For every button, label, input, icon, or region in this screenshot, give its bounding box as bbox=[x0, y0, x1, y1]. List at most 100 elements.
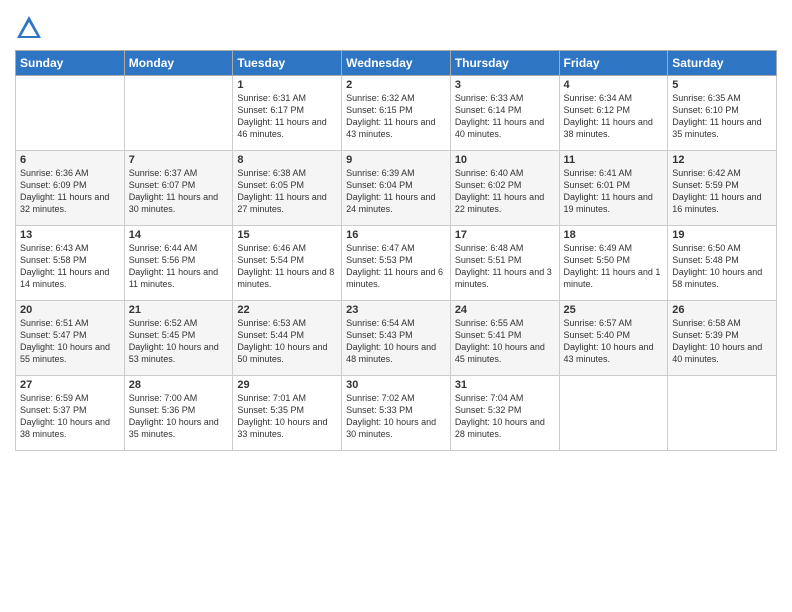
day-cell bbox=[16, 76, 125, 151]
day-number: 30 bbox=[346, 379, 446, 391]
day-cell: 1Sunrise: 6:31 AM Sunset: 6:17 PM Daylig… bbox=[233, 76, 342, 151]
day-info: Sunrise: 6:55 AM Sunset: 5:41 PM Dayligh… bbox=[455, 317, 555, 366]
day-info: Sunrise: 6:57 AM Sunset: 5:40 PM Dayligh… bbox=[564, 317, 664, 366]
day-info: Sunrise: 6:35 AM Sunset: 6:10 PM Dayligh… bbox=[672, 92, 772, 141]
day-cell: 8Sunrise: 6:38 AM Sunset: 6:05 PM Daylig… bbox=[233, 151, 342, 226]
day-info: Sunrise: 6:32 AM Sunset: 6:15 PM Dayligh… bbox=[346, 92, 446, 141]
day-number: 9 bbox=[346, 154, 446, 166]
day-cell: 11Sunrise: 6:41 AM Sunset: 6:01 PM Dayli… bbox=[559, 151, 668, 226]
day-info: Sunrise: 6:31 AM Sunset: 6:17 PM Dayligh… bbox=[237, 92, 337, 141]
day-number: 21 bbox=[129, 304, 229, 316]
day-number: 4 bbox=[564, 79, 664, 91]
day-cell: 24Sunrise: 6:55 AM Sunset: 5:41 PM Dayli… bbox=[450, 301, 559, 376]
day-cell: 10Sunrise: 6:40 AM Sunset: 6:02 PM Dayli… bbox=[450, 151, 559, 226]
weekday-header-monday: Monday bbox=[124, 51, 233, 76]
day-info: Sunrise: 6:46 AM Sunset: 5:54 PM Dayligh… bbox=[237, 242, 337, 291]
header bbox=[15, 10, 777, 42]
day-info: Sunrise: 6:43 AM Sunset: 5:58 PM Dayligh… bbox=[20, 242, 120, 291]
day-number: 25 bbox=[564, 304, 664, 316]
weekday-header-thursday: Thursday bbox=[450, 51, 559, 76]
day-cell: 7Sunrise: 6:37 AM Sunset: 6:07 PM Daylig… bbox=[124, 151, 233, 226]
day-info: Sunrise: 6:36 AM Sunset: 6:09 PM Dayligh… bbox=[20, 167, 120, 216]
day-cell: 23Sunrise: 6:54 AM Sunset: 5:43 PM Dayli… bbox=[342, 301, 451, 376]
day-cell: 15Sunrise: 6:46 AM Sunset: 5:54 PM Dayli… bbox=[233, 226, 342, 301]
day-cell bbox=[124, 76, 233, 151]
day-info: Sunrise: 6:39 AM Sunset: 6:04 PM Dayligh… bbox=[346, 167, 446, 216]
week-row-2: 6Sunrise: 6:36 AM Sunset: 6:09 PM Daylig… bbox=[16, 151, 777, 226]
day-cell: 19Sunrise: 6:50 AM Sunset: 5:48 PM Dayli… bbox=[668, 226, 777, 301]
weekday-header-sunday: Sunday bbox=[16, 51, 125, 76]
weekday-header-tuesday: Tuesday bbox=[233, 51, 342, 76]
day-number: 11 bbox=[564, 154, 664, 166]
day-cell: 31Sunrise: 7:04 AM Sunset: 5:32 PM Dayli… bbox=[450, 376, 559, 451]
day-info: Sunrise: 6:47 AM Sunset: 5:53 PM Dayligh… bbox=[346, 242, 446, 291]
day-cell: 29Sunrise: 7:01 AM Sunset: 5:35 PM Dayli… bbox=[233, 376, 342, 451]
day-number: 19 bbox=[672, 229, 772, 241]
day-cell: 13Sunrise: 6:43 AM Sunset: 5:58 PM Dayli… bbox=[16, 226, 125, 301]
day-info: Sunrise: 6:52 AM Sunset: 5:45 PM Dayligh… bbox=[129, 317, 229, 366]
day-number: 7 bbox=[129, 154, 229, 166]
day-info: Sunrise: 6:51 AM Sunset: 5:47 PM Dayligh… bbox=[20, 317, 120, 366]
day-info: Sunrise: 6:44 AM Sunset: 5:56 PM Dayligh… bbox=[129, 242, 229, 291]
day-cell: 27Sunrise: 6:59 AM Sunset: 5:37 PM Dayli… bbox=[16, 376, 125, 451]
week-row-5: 27Sunrise: 6:59 AM Sunset: 5:37 PM Dayli… bbox=[16, 376, 777, 451]
day-cell: 18Sunrise: 6:49 AM Sunset: 5:50 PM Dayli… bbox=[559, 226, 668, 301]
logo bbox=[15, 14, 47, 42]
day-info: Sunrise: 6:48 AM Sunset: 5:51 PM Dayligh… bbox=[455, 242, 555, 291]
day-info: Sunrise: 6:58 AM Sunset: 5:39 PM Dayligh… bbox=[672, 317, 772, 366]
day-info: Sunrise: 7:02 AM Sunset: 5:33 PM Dayligh… bbox=[346, 392, 446, 441]
day-info: Sunrise: 6:53 AM Sunset: 5:44 PM Dayligh… bbox=[237, 317, 337, 366]
day-info: Sunrise: 6:41 AM Sunset: 6:01 PM Dayligh… bbox=[564, 167, 664, 216]
day-number: 1 bbox=[237, 79, 337, 91]
day-info: Sunrise: 6:38 AM Sunset: 6:05 PM Dayligh… bbox=[237, 167, 337, 216]
day-cell: 16Sunrise: 6:47 AM Sunset: 5:53 PM Dayli… bbox=[342, 226, 451, 301]
logo-icon bbox=[15, 14, 43, 42]
weekday-header-wednesday: Wednesday bbox=[342, 51, 451, 76]
day-cell: 9Sunrise: 6:39 AM Sunset: 6:04 PM Daylig… bbox=[342, 151, 451, 226]
day-number: 6 bbox=[20, 154, 120, 166]
day-cell: 30Sunrise: 7:02 AM Sunset: 5:33 PM Dayli… bbox=[342, 376, 451, 451]
day-number: 27 bbox=[20, 379, 120, 391]
day-info: Sunrise: 6:37 AM Sunset: 6:07 PM Dayligh… bbox=[129, 167, 229, 216]
day-number: 3 bbox=[455, 79, 555, 91]
day-number: 13 bbox=[20, 229, 120, 241]
day-number: 24 bbox=[455, 304, 555, 316]
day-cell: 6Sunrise: 6:36 AM Sunset: 6:09 PM Daylig… bbox=[16, 151, 125, 226]
day-number: 5 bbox=[672, 79, 772, 91]
day-info: Sunrise: 7:04 AM Sunset: 5:32 PM Dayligh… bbox=[455, 392, 555, 441]
day-info: Sunrise: 6:33 AM Sunset: 6:14 PM Dayligh… bbox=[455, 92, 555, 141]
day-info: Sunrise: 6:34 AM Sunset: 6:12 PM Dayligh… bbox=[564, 92, 664, 141]
day-number: 8 bbox=[237, 154, 337, 166]
day-cell: 26Sunrise: 6:58 AM Sunset: 5:39 PM Dayli… bbox=[668, 301, 777, 376]
header-row: SundayMondayTuesdayWednesdayThursdayFrid… bbox=[16, 51, 777, 76]
day-cell: 14Sunrise: 6:44 AM Sunset: 5:56 PM Dayli… bbox=[124, 226, 233, 301]
day-info: Sunrise: 6:54 AM Sunset: 5:43 PM Dayligh… bbox=[346, 317, 446, 366]
day-number: 18 bbox=[564, 229, 664, 241]
day-number: 23 bbox=[346, 304, 446, 316]
day-cell: 4Sunrise: 6:34 AM Sunset: 6:12 PM Daylig… bbox=[559, 76, 668, 151]
day-number: 15 bbox=[237, 229, 337, 241]
day-number: 22 bbox=[237, 304, 337, 316]
week-row-1: 1Sunrise: 6:31 AM Sunset: 6:17 PM Daylig… bbox=[16, 76, 777, 151]
day-cell: 5Sunrise: 6:35 AM Sunset: 6:10 PM Daylig… bbox=[668, 76, 777, 151]
calendar: SundayMondayTuesdayWednesdayThursdayFrid… bbox=[15, 50, 777, 451]
week-row-3: 13Sunrise: 6:43 AM Sunset: 5:58 PM Dayli… bbox=[16, 226, 777, 301]
day-cell: 25Sunrise: 6:57 AM Sunset: 5:40 PM Dayli… bbox=[559, 301, 668, 376]
day-cell: 20Sunrise: 6:51 AM Sunset: 5:47 PM Dayli… bbox=[16, 301, 125, 376]
day-info: Sunrise: 6:40 AM Sunset: 6:02 PM Dayligh… bbox=[455, 167, 555, 216]
day-info: Sunrise: 6:50 AM Sunset: 5:48 PM Dayligh… bbox=[672, 242, 772, 291]
day-cell: 21Sunrise: 6:52 AM Sunset: 5:45 PM Dayli… bbox=[124, 301, 233, 376]
day-number: 16 bbox=[346, 229, 446, 241]
weekday-header-saturday: Saturday bbox=[668, 51, 777, 76]
day-number: 26 bbox=[672, 304, 772, 316]
day-cell bbox=[668, 376, 777, 451]
day-cell: 2Sunrise: 6:32 AM Sunset: 6:15 PM Daylig… bbox=[342, 76, 451, 151]
day-cell: 28Sunrise: 7:00 AM Sunset: 5:36 PM Dayli… bbox=[124, 376, 233, 451]
day-number: 10 bbox=[455, 154, 555, 166]
day-info: Sunrise: 6:42 AM Sunset: 5:59 PM Dayligh… bbox=[672, 167, 772, 216]
day-cell: 17Sunrise: 6:48 AM Sunset: 5:51 PM Dayli… bbox=[450, 226, 559, 301]
day-number: 28 bbox=[129, 379, 229, 391]
day-number: 14 bbox=[129, 229, 229, 241]
week-row-4: 20Sunrise: 6:51 AM Sunset: 5:47 PM Dayli… bbox=[16, 301, 777, 376]
day-cell bbox=[559, 376, 668, 451]
